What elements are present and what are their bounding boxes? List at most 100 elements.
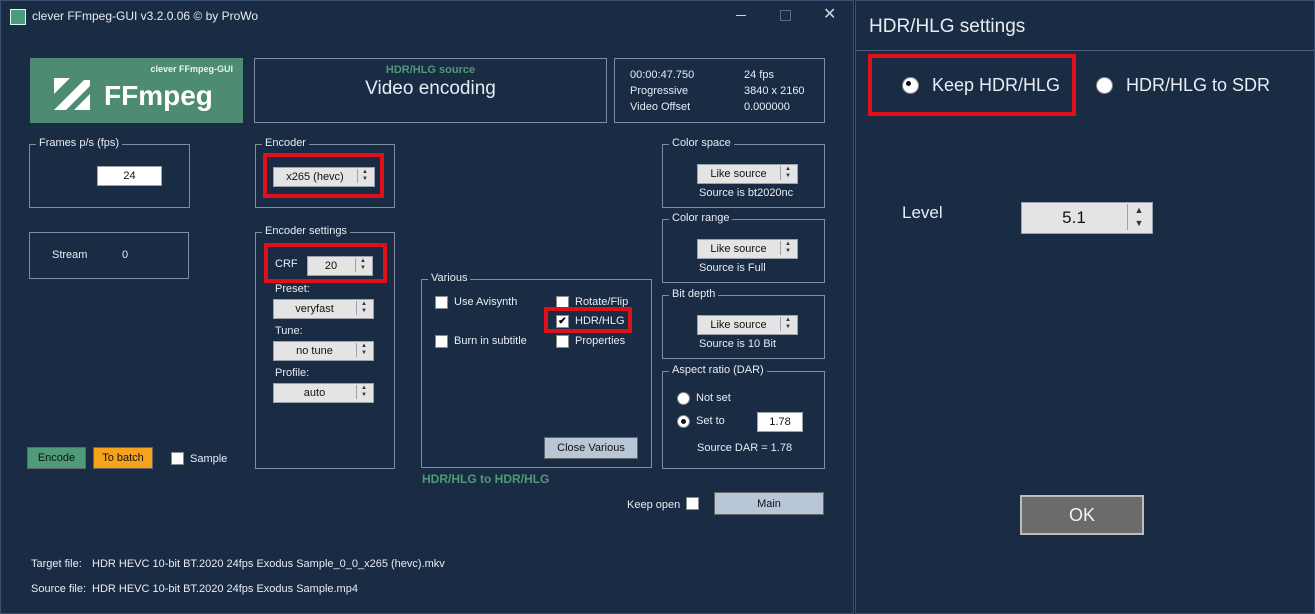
- color-range-value: Like source: [710, 243, 767, 255]
- source-file-value: HDR HEVC 10-bit BT.2020 24fps Exodus Sam…: [92, 583, 358, 595]
- title-bar: clever FFmpeg-GUI v3.2.0.06 © by ProWo ✕: [1, 1, 853, 31]
- logo-small-text: clever FFmpeg-GUI: [150, 64, 233, 74]
- spinner-arrows-icon[interactable]: ▲ ▼: [1127, 204, 1150, 230]
- burn-subtitle-label: Burn in subtitle: [454, 335, 527, 347]
- close-various-button[interactable]: Close Various: [544, 437, 638, 459]
- to-sdr-radio[interactable]: [1096, 77, 1113, 94]
- preset-value: veryfast: [295, 303, 334, 315]
- not-set-radio[interactable]: [677, 392, 690, 405]
- level-spinner[interactable]: 5.1 ▲ ▼: [1021, 202, 1153, 234]
- use-avisynth-checkbox[interactable]: [435, 296, 448, 309]
- source-file-label: Source file:: [31, 583, 87, 595]
- ok-button[interactable]: OK: [1020, 495, 1144, 535]
- fps-group: Frames p/s (fps) 24: [29, 137, 190, 208]
- header-title: Video encoding: [365, 78, 496, 99]
- spinner-arrows-icon[interactable]: ▲ ▼: [780, 241, 795, 255]
- hdr-hlg-highlight: [544, 307, 632, 333]
- color-space-select[interactable]: Like source ▲ ▼: [697, 164, 798, 184]
- keep-open-checkbox[interactable]: [686, 497, 699, 510]
- stream-group: Stream 0: [29, 232, 189, 279]
- scan-type: Progressive: [630, 85, 689, 97]
- info-box: 00:00:47.750 24 fps Progressive 3840 x 2…: [614, 58, 825, 123]
- main-button[interactable]: Main: [714, 492, 824, 515]
- bit-depth-legend: Bit depth: [669, 288, 719, 300]
- color-space-value: Like source: [710, 168, 767, 180]
- profile-label: Profile:: [275, 367, 310, 379]
- color-range-legend: Color range: [669, 212, 733, 224]
- profile-select[interactable]: auto ▲ ▼: [273, 383, 374, 403]
- encoder-highlight: [263, 153, 384, 198]
- aspect-group: Aspect ratio (DAR) Not set Set to 1.78 S…: [662, 364, 825, 469]
- tune-label: Tune:: [275, 325, 303, 337]
- fps-legend: Frames p/s (fps): [36, 137, 123, 149]
- encoder-settings-legend: Encoder settings: [262, 225, 350, 237]
- sample-checkbox[interactable]: [171, 452, 184, 465]
- header-box: HDR/HLG source Video encoding: [254, 58, 607, 123]
- ffmpeg-logo-icon: [52, 76, 92, 112]
- app-icon: [10, 9, 26, 25]
- dialog-title-bar: HDR/HLG settings: [856, 1, 1314, 51]
- set-to-label: Set to: [696, 415, 725, 427]
- close-icon[interactable]: ✕: [823, 4, 836, 24]
- color-space-legend: Color space: [669, 137, 734, 149]
- target-file-value: HDR HEVC 10-bit BT.2020 24fps Exodus Sam…: [92, 558, 445, 570]
- bit-depth-select[interactable]: Like source ▲ ▼: [697, 315, 798, 335]
- preset-select[interactable]: veryfast ▲ ▼: [273, 299, 374, 319]
- sample-label: Sample: [190, 453, 228, 465]
- preset-label: Preset:: [275, 283, 310, 295]
- minimize-icon[interactable]: [736, 15, 746, 16]
- encode-button[interactable]: Encode: [27, 447, 86, 469]
- resolution: 3840 x 2160: [744, 85, 805, 97]
- level-label: Level: [902, 203, 943, 222]
- color-range-group: Color range Like source ▲ ▼ Source is Ful…: [662, 212, 825, 283]
- fps-input[interactable]: 24: [97, 166, 162, 186]
- spinner-arrows-icon[interactable]: ▲ ▼: [780, 166, 795, 180]
- tune-value: no tune: [296, 345, 333, 357]
- maximize-icon[interactable]: [780, 10, 791, 21]
- crf-highlight: [264, 243, 387, 283]
- window-title: clever FFmpeg-GUI v3.2.0.06 © by ProWo: [32, 9, 259, 23]
- duration: 00:00:47.750: [630, 69, 695, 81]
- keep-hdr-highlight: [868, 54, 1076, 116]
- profile-value: auto: [303, 387, 326, 399]
- to-sdr-label: HDR/HLG to SDR: [1126, 75, 1271, 95]
- color-range-note: Source is Full: [699, 262, 766, 274]
- burn-subtitle-checkbox[interactable]: [435, 335, 448, 348]
- spinner-arrows-icon[interactable]: ▲ ▼: [356, 343, 371, 357]
- spinner-arrows-icon[interactable]: ▲ ▼: [780, 317, 795, 331]
- properties-checkbox[interactable]: [556, 335, 569, 348]
- source-dar: Source DAR = 1.78: [697, 442, 793, 454]
- stream-value: 0: [122, 249, 129, 261]
- keep-open-label: Keep open: [627, 499, 681, 511]
- color-space-note: Source is bt2020nc: [699, 187, 794, 199]
- header-subtitle: HDR/HLG source: [385, 64, 476, 76]
- aspect-legend: Aspect ratio (DAR): [669, 364, 767, 376]
- encoder-legend: Encoder: [262, 137, 309, 149]
- stream-label: Stream: [52, 249, 88, 261]
- spinner-arrows-icon[interactable]: ▲ ▼: [356, 301, 371, 315]
- properties-label: Properties: [575, 335, 626, 347]
- use-avisynth-label: Use Avisynth: [454, 296, 518, 308]
- fps-info: 24 fps: [744, 69, 774, 81]
- aspect-input[interactable]: 1.78: [757, 412, 803, 432]
- hdr-mode-text: HDR/HLG to HDR/HLG: [422, 472, 550, 486]
- offset-value: 0.000000: [744, 101, 790, 113]
- bit-depth-value: Like source: [710, 319, 767, 331]
- hdr-dialog: HDR/HLG settings Keep HDR/HLG HDR/HLG to…: [855, 0, 1315, 614]
- color-range-select[interactable]: Like source ▲ ▼: [697, 239, 798, 259]
- dialog-title: HDR/HLG settings: [869, 16, 1026, 37]
- logo: clever FFmpeg-GUI FFmpeg: [30, 58, 243, 123]
- not-set-label: Not set: [696, 392, 731, 404]
- spinner-arrows-icon[interactable]: ▲ ▼: [356, 385, 371, 399]
- tune-select[interactable]: no tune ▲ ▼: [273, 341, 374, 361]
- bit-depth-group: Bit depth Like source ▲ ▼ Source is 10 Bi…: [662, 288, 825, 359]
- main-window: clever FFmpeg-GUI v3.2.0.06 © by ProWo ✕…: [0, 0, 854, 614]
- various-legend: Various: [428, 272, 471, 284]
- target-file-label: Target file:: [31, 558, 82, 570]
- to-batch-button[interactable]: To batch: [93, 447, 153, 469]
- color-space-group: Color space Like source ▲ ▼ Source is bt2…: [662, 137, 825, 208]
- set-to-radio[interactable]: [677, 415, 690, 428]
- bit-depth-note: Source is 10 Bit: [699, 338, 777, 350]
- logo-big-text: FFmpeg: [104, 80, 213, 111]
- offset-label: Video Offset: [630, 101, 691, 113]
